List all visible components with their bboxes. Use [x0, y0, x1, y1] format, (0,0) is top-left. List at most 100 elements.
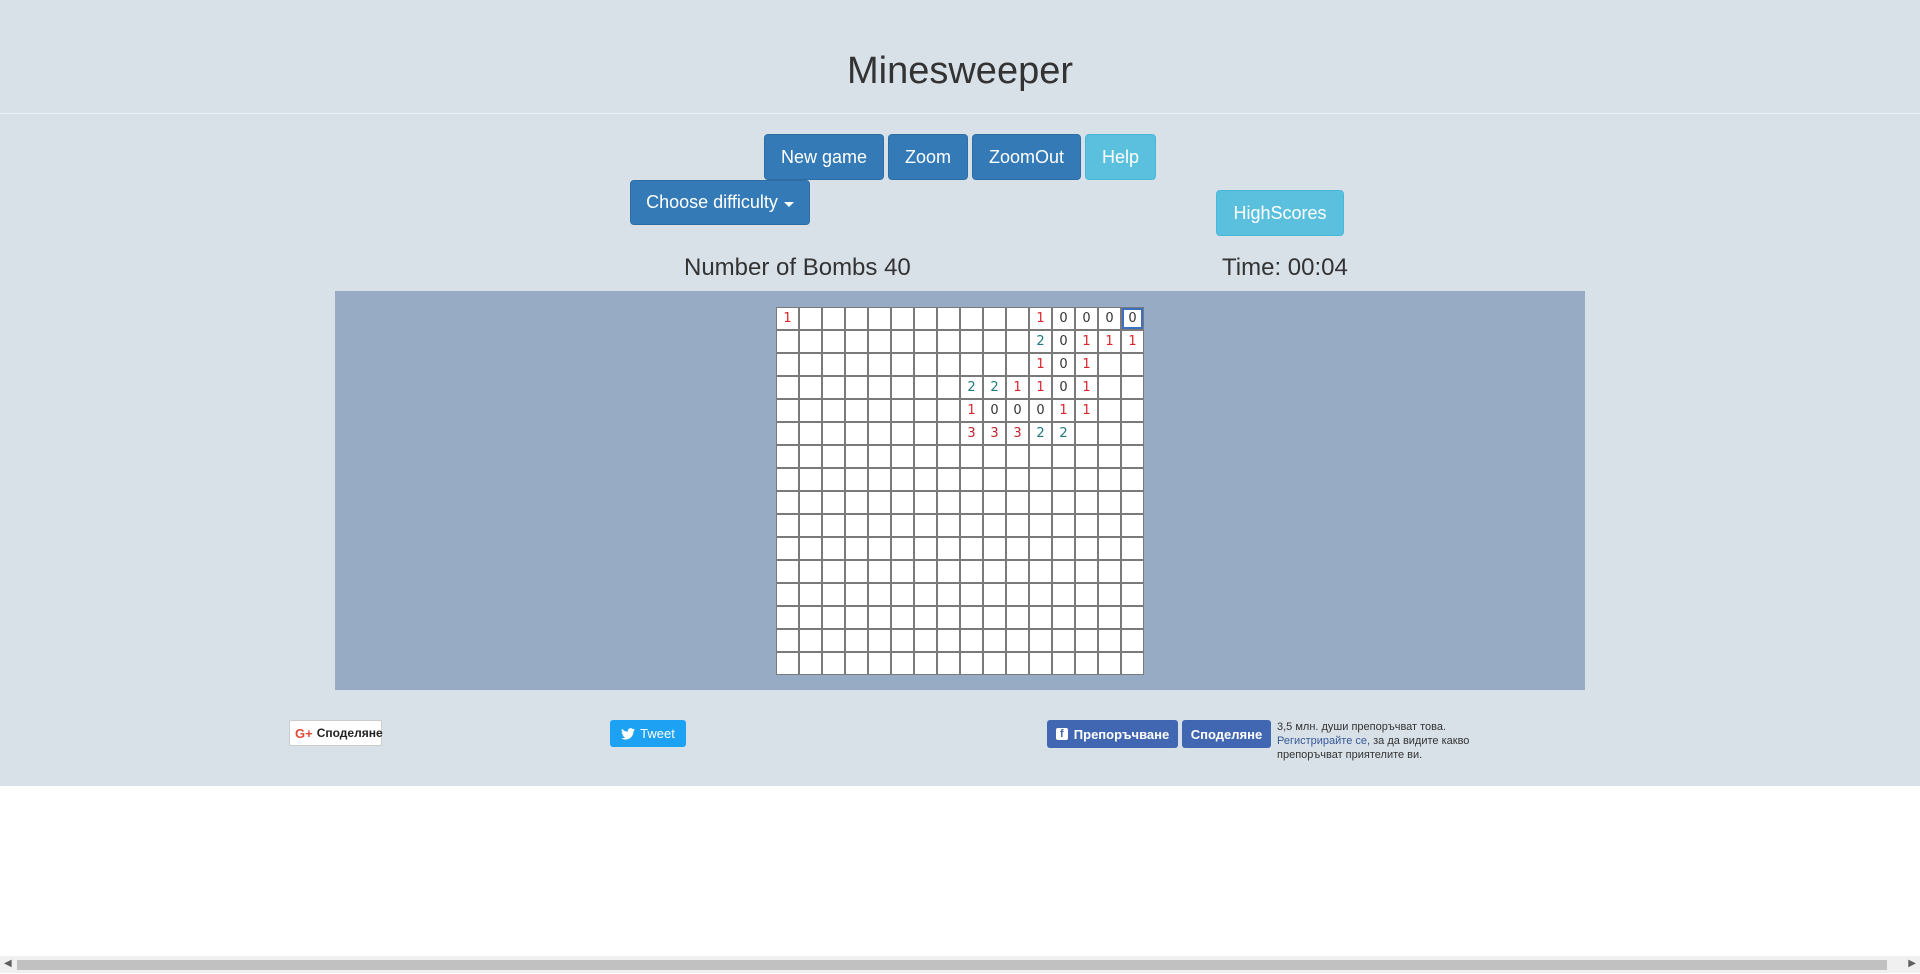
board-cell[interactable] — [983, 330, 1006, 353]
board-cell[interactable] — [799, 376, 822, 399]
board-cell[interactable] — [1098, 606, 1121, 629]
board-cell[interactable] — [799, 330, 822, 353]
board-cell[interactable] — [799, 445, 822, 468]
board-cell[interactable] — [960, 629, 983, 652]
board-cell[interactable] — [845, 353, 868, 376]
board-cell[interactable] — [776, 330, 799, 353]
board-cell[interactable] — [1098, 491, 1121, 514]
new-game-button[interactable]: New game — [764, 134, 884, 180]
board-cell[interactable] — [983, 560, 1006, 583]
board-cell[interactable] — [891, 468, 914, 491]
board-cell[interactable] — [914, 583, 937, 606]
board-cell[interactable] — [960, 652, 983, 675]
board-cell[interactable] — [822, 491, 845, 514]
board-cell[interactable] — [845, 537, 868, 560]
board-cell[interactable] — [1098, 537, 1121, 560]
board-cell[interactable] — [1006, 445, 1029, 468]
board-cell[interactable] — [845, 652, 868, 675]
board-cell[interactable]: 3 — [960, 422, 983, 445]
board-cell[interactable] — [1075, 468, 1098, 491]
board-cell[interactable] — [868, 629, 891, 652]
board-cell[interactable] — [914, 606, 937, 629]
board-cell[interactable] — [914, 353, 937, 376]
board-cell[interactable] — [1121, 514, 1144, 537]
board-cell[interactable]: 2 — [983, 376, 1006, 399]
board-cell[interactable] — [1029, 629, 1052, 652]
board-cell[interactable]: 0 — [1052, 376, 1075, 399]
board-cell[interactable] — [845, 445, 868, 468]
choose-difficulty-dropdown[interactable]: Choose difficulty — [630, 180, 810, 225]
board-cell[interactable] — [1075, 514, 1098, 537]
board-cell[interactable] — [845, 560, 868, 583]
board-cell[interactable]: 0 — [983, 399, 1006, 422]
board-cell[interactable] — [914, 560, 937, 583]
board-cell[interactable] — [799, 537, 822, 560]
board-cell[interactable] — [845, 330, 868, 353]
board-cell[interactable] — [1098, 376, 1121, 399]
board-cell[interactable] — [868, 330, 891, 353]
board-cell[interactable] — [799, 468, 822, 491]
board-cell[interactable] — [1006, 468, 1029, 491]
board-cell[interactable] — [937, 445, 960, 468]
board-cell[interactable] — [1098, 652, 1121, 675]
board-cell[interactable] — [1052, 514, 1075, 537]
board-cell[interactable] — [822, 468, 845, 491]
board-cell[interactable] — [937, 537, 960, 560]
board-cell[interactable]: 1 — [1075, 376, 1098, 399]
board-cell[interactable] — [1029, 514, 1052, 537]
board-cell[interactable]: 2 — [1029, 422, 1052, 445]
board-cell[interactable]: 0 — [1029, 399, 1052, 422]
board-cell[interactable] — [1075, 652, 1098, 675]
board-cell[interactable] — [845, 583, 868, 606]
google-share-button[interactable]: G+ Споделяне — [289, 720, 383, 746]
board-cell[interactable] — [822, 330, 845, 353]
board-cell[interactable] — [845, 307, 868, 330]
board-cell[interactable] — [914, 422, 937, 445]
board-cell[interactable] — [822, 606, 845, 629]
board-cell[interactable] — [868, 422, 891, 445]
board-cell[interactable] — [1075, 537, 1098, 560]
board-cell[interactable] — [960, 445, 983, 468]
board-cell[interactable] — [891, 606, 914, 629]
board-cell[interactable] — [868, 399, 891, 422]
board-cell[interactable] — [960, 606, 983, 629]
board-cell[interactable] — [776, 514, 799, 537]
board-cell[interactable] — [822, 560, 845, 583]
board-cell[interactable] — [1098, 445, 1121, 468]
board-cell[interactable]: 1 — [1121, 330, 1144, 353]
board-cell[interactable] — [868, 537, 891, 560]
board-cell[interactable] — [914, 307, 937, 330]
board-cell[interactable] — [1075, 606, 1098, 629]
board-cell[interactable] — [1075, 560, 1098, 583]
board-cell[interactable] — [1006, 537, 1029, 560]
board-cell[interactable] — [1052, 652, 1075, 675]
board-cell[interactable] — [937, 629, 960, 652]
board-cell[interactable] — [1121, 376, 1144, 399]
board-cell[interactable]: 0 — [1052, 353, 1075, 376]
board-cell[interactable] — [1006, 353, 1029, 376]
board-cell[interactable] — [822, 514, 845, 537]
board-cell[interactable] — [937, 491, 960, 514]
board-cell[interactable] — [845, 606, 868, 629]
board-cell[interactable] — [776, 353, 799, 376]
board-cell[interactable] — [799, 399, 822, 422]
board-cell[interactable] — [1075, 629, 1098, 652]
board-cell[interactable] — [868, 353, 891, 376]
board-cell[interactable] — [983, 606, 1006, 629]
board-cell[interactable] — [868, 307, 891, 330]
board-cell[interactable] — [1029, 606, 1052, 629]
board-cell[interactable] — [799, 583, 822, 606]
board-cell[interactable] — [822, 537, 845, 560]
board-cell[interactable] — [914, 652, 937, 675]
board-cell[interactable] — [799, 560, 822, 583]
board-cell[interactable] — [822, 353, 845, 376]
highscores-button[interactable]: HighScores — [1216, 190, 1344, 236]
board-cell[interactable] — [891, 514, 914, 537]
board-cell[interactable]: 2 — [960, 376, 983, 399]
board-cell[interactable] — [1052, 560, 1075, 583]
board-cell[interactable] — [891, 537, 914, 560]
scroll-left-icon[interactable]: ◀ — [4, 958, 12, 969]
board-cell[interactable]: 1 — [1029, 376, 1052, 399]
board-cell[interactable] — [845, 399, 868, 422]
board-cell[interactable] — [1098, 583, 1121, 606]
